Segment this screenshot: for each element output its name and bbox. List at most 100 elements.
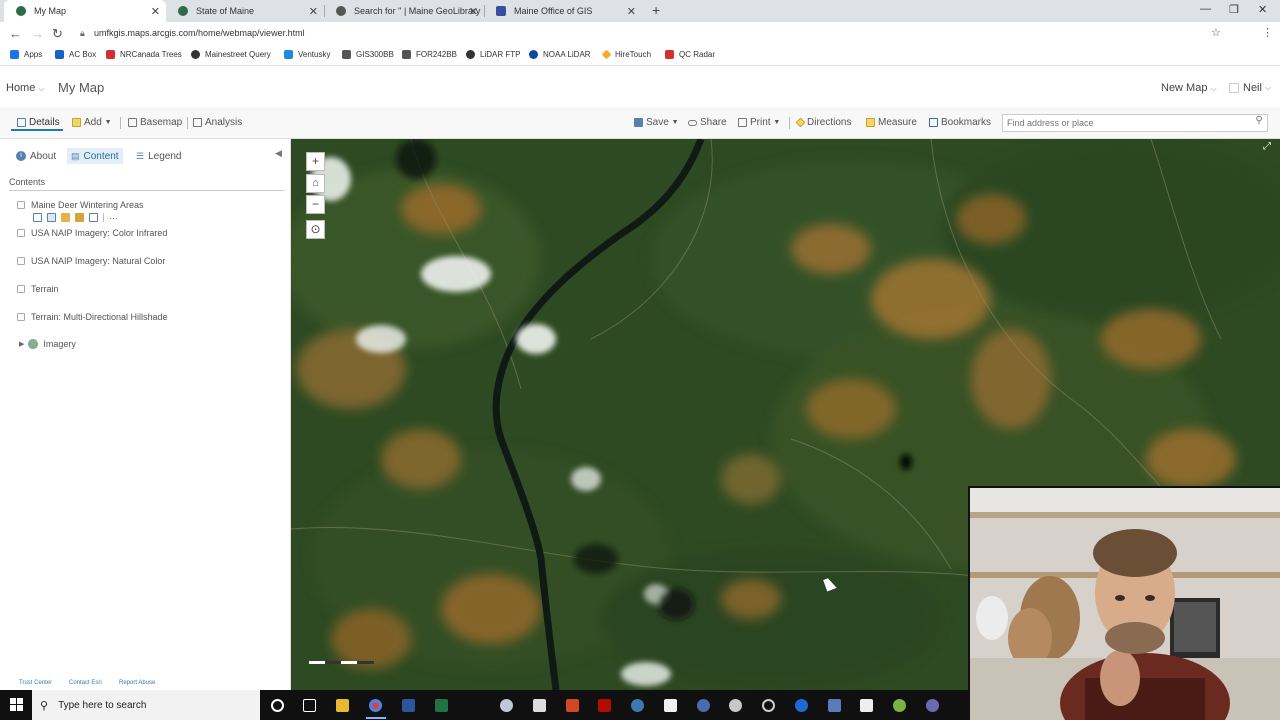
expand-triangle-icon[interactable]: ▶ — [19, 340, 24, 348]
qgis-icon[interactable] — [893, 699, 906, 712]
zoom-out-button[interactable]: − — [306, 195, 325, 214]
directions-button[interactable]: Directions — [795, 117, 851, 128]
layer-visibility-checkbox[interactable] — [17, 257, 25, 265]
bookmark-gis300bb[interactable]: GIS300BB — [342, 50, 394, 59]
app-icon[interactable] — [926, 699, 939, 712]
cortana-icon[interactable] — [271, 699, 284, 712]
app-icon[interactable] — [795, 699, 808, 712]
details-button[interactable]: Details — [17, 117, 60, 128]
basemap-button[interactable]: Basemap — [128, 117, 182, 128]
forward-icon[interactable]: → — [31, 26, 44, 41]
reload-icon[interactable]: ↻ — [52, 26, 63, 42]
contact-esri-link[interactable]: Contact Esri — [69, 680, 102, 686]
grid-app-icon[interactable] — [828, 699, 841, 712]
measure-button[interactable]: Measure — [866, 117, 917, 128]
print-button[interactable]: Print ▼ — [738, 117, 780, 128]
table-icon[interactable] — [47, 213, 56, 222]
add-button[interactable]: Add ▼ — [72, 117, 112, 128]
restore-icon[interactable]: ❐ — [1229, 3, 1239, 16]
layer-item[interactable]: USA NAIP Imagery: Natural Color — [17, 256, 165, 266]
home-extent-icon[interactable]: ⌂ — [306, 174, 325, 193]
map-app-icon[interactable] — [631, 699, 644, 712]
bookmark-lidar-ftp[interactable]: LiDAR FTP — [466, 50, 520, 59]
basemap-group[interactable]: ▶ Imagery — [19, 339, 76, 349]
close-tab-icon[interactable]: ✕ — [627, 5, 636, 18]
fullscreen-icon[interactable]: ⤢ — [1263, 141, 1271, 152]
acrobat-icon[interactable] — [598, 699, 611, 712]
bookmark-ventusky[interactable]: Ventusky — [284, 50, 330, 59]
bookmarks-button[interactable]: Bookmarks — [929, 117, 991, 128]
browser-tab[interactable]: My Map ✕ — [4, 0, 166, 22]
bookmark-for242bb[interactable]: FOR242BB — [402, 50, 457, 59]
report-abuse-link[interactable]: Report Abuse — [119, 680, 155, 686]
task-view-icon[interactable] — [303, 699, 316, 712]
share-button[interactable]: Share — [688, 117, 727, 128]
legend-toggle-icon[interactable] — [33, 213, 42, 222]
bookmark-apps[interactable]: Apps — [10, 50, 42, 59]
excel-icon[interactable] — [435, 699, 448, 712]
layer-item[interactable]: Terrain: Multi-Directional Hillshade — [17, 312, 168, 322]
minimize-icon[interactable]: — — [1200, 3, 1211, 15]
tab-content[interactable]: ▤ Content — [67, 148, 123, 164]
app-icon[interactable] — [729, 699, 742, 712]
app-icon[interactable] — [762, 699, 775, 712]
close-tab-icon[interactable]: ✕ — [309, 5, 318, 18]
app-icon[interactable] — [697, 699, 710, 712]
new-tab-icon[interactable]: + — [652, 2, 660, 18]
chrome-icon[interactable] — [369, 699, 382, 712]
calculator-icon[interactable] — [533, 699, 546, 712]
bb-icon — [402, 50, 411, 59]
bookmark-mainestreet[interactable]: Mainestreet Query — [191, 50, 271, 59]
tab-legend[interactable]: ☰ Legend — [132, 148, 185, 164]
bookmark-noaa-lidar[interactable]: NOAA LiDAR — [529, 50, 591, 59]
address-search-input[interactable] — [1002, 114, 1268, 132]
new-map-menu[interactable]: New Map ⌵ — [1161, 82, 1217, 94]
browser-menu-icon[interactable]: ⋮ — [1262, 26, 1273, 39]
layer-item[interactable]: Terrain — [17, 284, 59, 294]
user-menu[interactable]: Neil ⌵ — [1229, 82, 1271, 94]
close-window-icon[interactable]: ✕ — [1258, 3, 1267, 16]
file-explorer-icon[interactable] — [336, 699, 349, 712]
bookmark-label: LiDAR FTP — [480, 50, 521, 59]
layer-visibility-checkbox[interactable] — [17, 313, 25, 321]
home-menu[interactable]: Home ⌵ — [6, 82, 44, 94]
back-icon[interactable]: ← — [9, 26, 22, 41]
close-tab-icon[interactable]: ✕ — [151, 5, 160, 18]
layer-item[interactable]: USA NAIP Imagery: Color Infrared — [17, 228, 167, 238]
analysis-layer-icon[interactable] — [89, 213, 98, 222]
save-button[interactable]: Save ▼ — [634, 117, 679, 128]
bookmark-qc-radar[interactable]: QC Radar — [665, 50, 715, 59]
layer-visibility-checkbox[interactable] — [17, 229, 25, 237]
bookmark-nrcanada[interactable]: NRCanada Trees — [106, 50, 182, 59]
taskbar-search-box[interactable]: ⚲ Type here to search — [32, 690, 260, 720]
layer-visibility-checkbox[interactable] — [17, 285, 25, 293]
collapse-panel-icon[interactable]: ◀ — [275, 148, 282, 159]
more-options-icon[interactable]: ··· — [109, 213, 118, 222]
bookmark-star-icon[interactable]: ☆ — [1211, 26, 1221, 39]
arcgis-pro-icon[interactable] — [500, 699, 513, 712]
notepad-icon[interactable] — [664, 699, 677, 712]
app-icon[interactable] — [860, 699, 873, 712]
search-icon[interactable]: ⚲ — [1251, 115, 1267, 131]
word-icon[interactable] — [402, 699, 415, 712]
powerpoint-icon[interactable] — [566, 699, 579, 712]
browser-tab[interactable]: State of Maine ✕ — [166, 0, 325, 22]
analysis-button[interactable]: Analysis — [193, 117, 242, 128]
directions-icon — [795, 117, 806, 128]
locate-icon[interactable]: ⊙ — [306, 220, 325, 239]
bookmark-acbox[interactable]: AC Box — [55, 50, 96, 59]
url-field[interactable]: umfkgis.maps.arcgis.com/home/webmap/view… — [94, 28, 305, 38]
windows-start-icon[interactable] — [10, 698, 23, 711]
bookmark-hiretouch[interactable]: HireTouch — [601, 49, 651, 60]
tab-about[interactable]: i About — [12, 148, 60, 164]
layer-visibility-checkbox[interactable] — [17, 201, 25, 209]
browser-tab[interactable]: Search for '' | Maine GeoLibrary ✕ — [324, 0, 485, 22]
zoom-in-button[interactable]: + — [306, 152, 325, 171]
layer-item[interactable]: Maine Deer Wintering Areas — [17, 200, 144, 210]
filter-icon[interactable] — [75, 213, 84, 222]
style-icon[interactable] — [61, 213, 70, 222]
close-tab-icon[interactable]: ✕ — [469, 5, 478, 18]
browser-tab[interactable]: Maine Office of GIS ✕ — [484, 0, 642, 22]
trust-center-link[interactable]: Trust Center — [19, 680, 52, 686]
tab-legend-label: Legend — [148, 150, 182, 162]
